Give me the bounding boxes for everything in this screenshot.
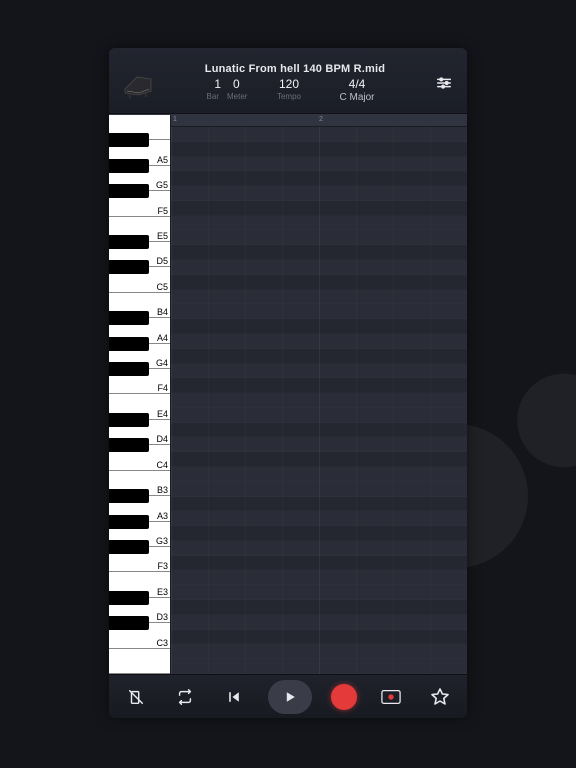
favorite-button[interactable] <box>425 682 455 712</box>
black-key[interactable] <box>109 362 149 376</box>
key-label: G4 <box>156 358 168 368</box>
black-key[interactable] <box>109 540 149 554</box>
black-key[interactable] <box>109 260 149 274</box>
black-key[interactable] <box>109 159 149 173</box>
transport-bar <box>109 674 467 718</box>
key-label: G5 <box>156 180 168 190</box>
black-key[interactable] <box>109 438 149 452</box>
keyboard-strip[interactable]: A5 G5 F5 E5 D5 C5 B4 A4 G4 F4 E4 D4 C4 B3 A3 G3 F3 E3 D3 C3 <box>109 115 171 674</box>
key-label: C4 <box>156 460 168 470</box>
key-label: E5 <box>157 231 168 241</box>
key-label: F4 <box>157 383 168 393</box>
key-label: E3 <box>157 587 168 597</box>
black-key[interactable] <box>109 184 149 198</box>
header-bar: Lunatic From hell 140 BPM R.mid 10 BarMe… <box>109 48 467 114</box>
time-ruler[interactable]: 1 2 <box>171 115 467 127</box>
key-label: A5 <box>157 155 168 165</box>
black-key[interactable] <box>109 616 149 630</box>
key-label: E4 <box>157 409 168 419</box>
black-key[interactable] <box>109 413 149 427</box>
header-center: Lunatic From hell 140 BPM R.mid 10 BarMe… <box>165 63 425 103</box>
key-label: D3 <box>156 612 168 622</box>
key-label: F5 <box>157 206 168 216</box>
black-key[interactable] <box>109 235 149 249</box>
play-button[interactable] <box>268 680 312 714</box>
note-grid[interactable]: 1 2 <box>171 115 467 674</box>
white-key[interactable] <box>109 649 170 674</box>
instrument-icon-piano[interactable] <box>119 63 159 103</box>
key-label: B3 <box>157 485 168 495</box>
key-label: A3 <box>157 511 168 521</box>
mute-button[interactable] <box>121 682 151 712</box>
key-label: B4 <box>157 307 168 317</box>
key-label: A4 <box>157 333 168 343</box>
key-label: C3 <box>156 638 168 648</box>
black-key[interactable] <box>109 591 149 605</box>
bar-meter-display[interactable]: 10 BarMeter <box>196 77 258 103</box>
tempo-display[interactable]: 120 Tempo <box>258 77 320 103</box>
piano-roll-editor: A5 G5 F5 E5 D5 C5 B4 A4 G4 F4 E4 D4 C4 B3 A3 G3 F3 E3 D3 C3… <box>109 114 467 674</box>
black-key[interactable] <box>109 311 149 325</box>
key-display[interactable]: 4/4 C Major <box>320 77 394 103</box>
key-label: D4 <box>156 434 168 444</box>
loop-button[interactable] <box>170 682 200 712</box>
app-frame: Lunatic From hell 140 BPM R.mid 10 BarMe… <box>109 48 467 718</box>
record-settings-button[interactable] <box>376 682 406 712</box>
black-key[interactable] <box>109 133 149 147</box>
key-label: F3 <box>157 561 168 571</box>
key-label: C5 <box>156 282 168 292</box>
black-key[interactable] <box>109 489 149 503</box>
key-label: G3 <box>156 536 168 546</box>
skip-start-button[interactable] <box>219 682 249 712</box>
black-key[interactable] <box>109 515 149 529</box>
settings-button[interactable] <box>431 70 457 96</box>
record-button[interactable] <box>331 684 357 710</box>
track-title: Lunatic From hell 140 BPM R.mid <box>205 63 385 75</box>
key-label: D5 <box>156 256 168 266</box>
black-key[interactable] <box>109 337 149 351</box>
